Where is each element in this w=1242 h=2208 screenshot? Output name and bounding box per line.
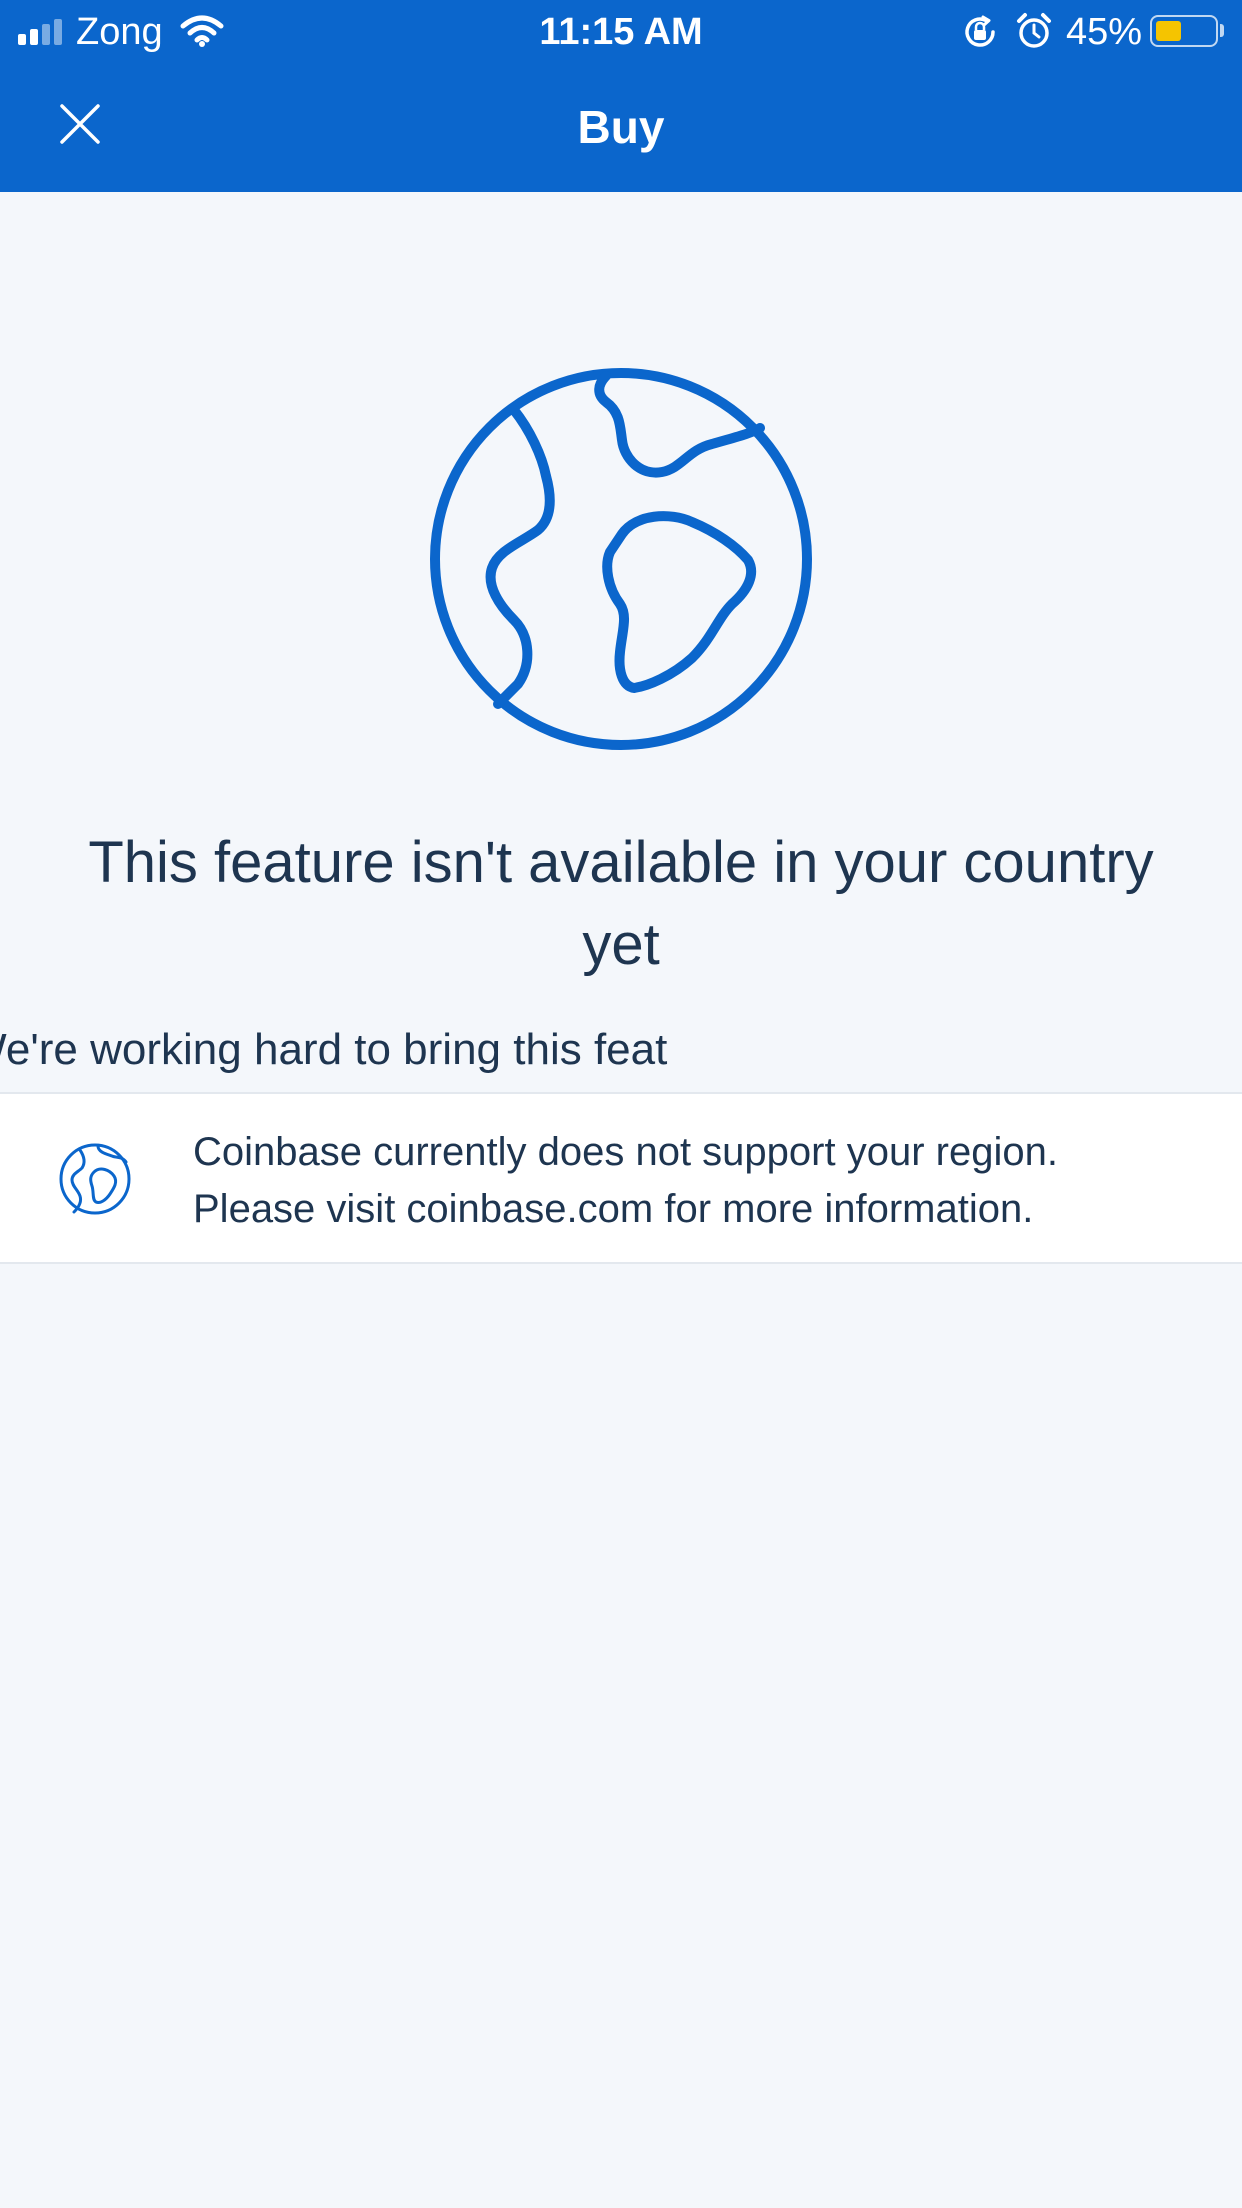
- alarm-icon: [1017, 13, 1051, 48]
- top-bar: Zong 11:15 AM 45% Buy: [0, 0, 1242, 192]
- unavailable-headline: This feature isn't available in your cou…: [88, 830, 1154, 977]
- globe-icon: [59, 1143, 131, 1215]
- region-notice-text: Coinbase currently does not support your…: [193, 1124, 1233, 1238]
- orientation-lock-icon: [965, 15, 995, 47]
- battery-icon: [1150, 15, 1218, 47]
- page-title: Buy: [577, 101, 665, 153]
- region-subtext: ed in Hong Kong yet. We're working hard …: [0, 1020, 1242, 1080]
- battery-tip: [1220, 24, 1224, 37]
- globe-icon: [430, 368, 812, 750]
- close-icon: [60, 104, 100, 144]
- region-notice-line-1: Coinbase currently does not support your…: [193, 1130, 1058, 1174]
- region-notice-row: Coinbase currently does not support your…: [0, 1092, 1242, 1264]
- region-notice-line-2: Please visit coinbase.com for more infor…: [193, 1187, 1034, 1231]
- close-button[interactable]: [40, 84, 120, 164]
- status-bar: Zong 11:15 AM 45%: [0, 0, 1242, 64]
- battery-level-fill: [1156, 21, 1182, 41]
- battery-percentage: 45%: [1066, 11, 1143, 53]
- navigation-bar: Buy: [0, 64, 1242, 192]
- region-subtext-label: ed in Hong Kong yet. We're working hard …: [0, 1025, 668, 1074]
- status-time: 11:15 AM: [539, 11, 703, 53]
